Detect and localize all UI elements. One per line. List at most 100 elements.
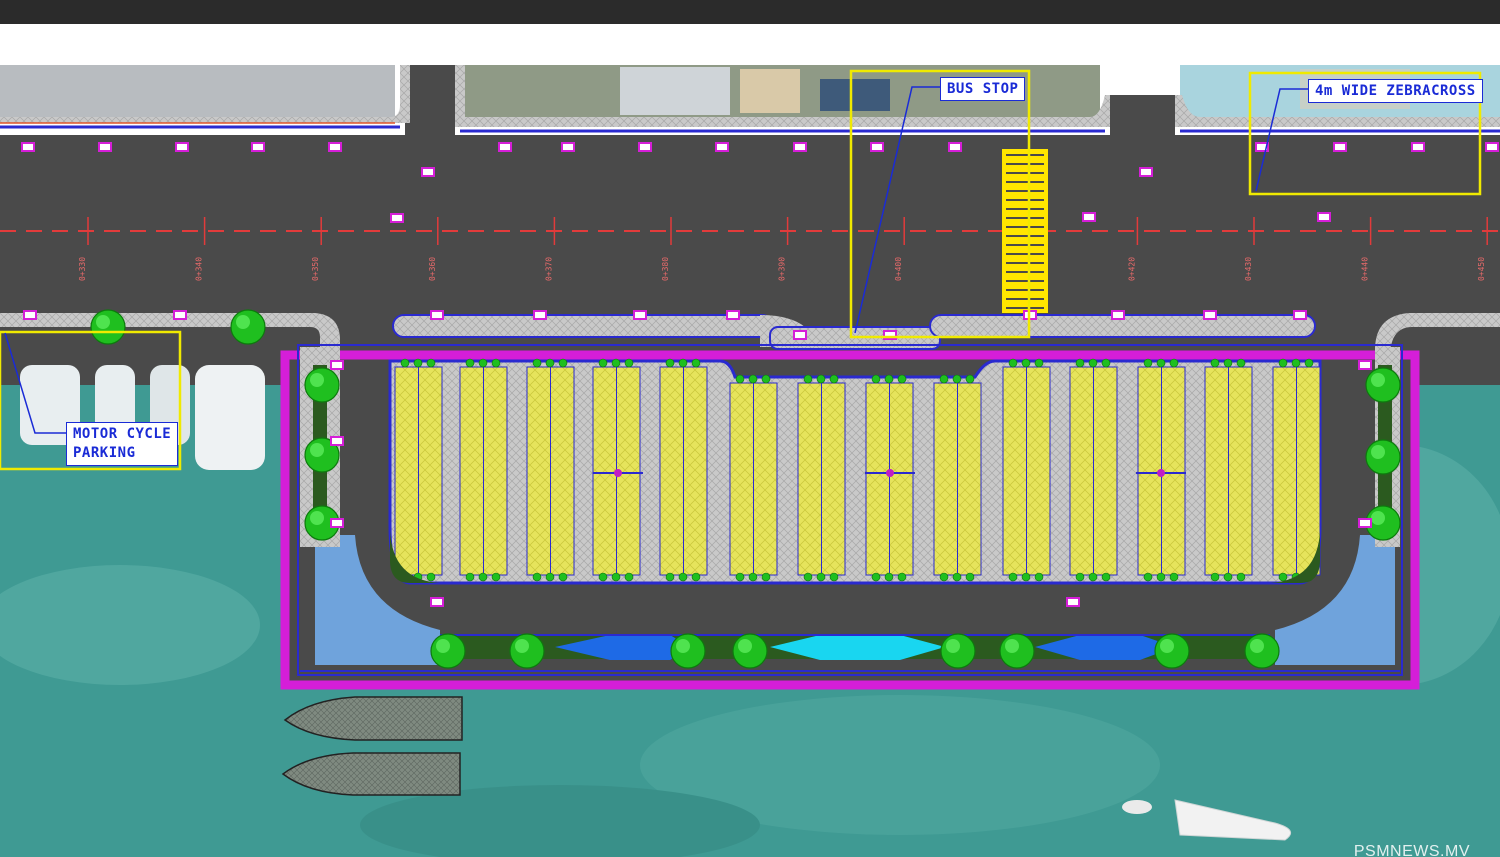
- shrub: [965, 374, 975, 384]
- shrub: [897, 572, 907, 582]
- tree: [90, 309, 126, 345]
- bollard: [328, 142, 342, 152]
- shrub: [735, 374, 745, 384]
- bollard: [870, 142, 884, 152]
- shrub: [871, 572, 881, 582]
- tree-highlight: [1371, 373, 1385, 387]
- shrub: [1223, 572, 1233, 582]
- shrub: [1169, 358, 1179, 368]
- shrub: [611, 572, 621, 582]
- chainage-label: 0+380: [661, 257, 670, 281]
- shrub: [829, 572, 839, 582]
- bollard: [1358, 518, 1372, 528]
- site-plan-view: 0+330 0+340 0+350 0+360 0+370 0+380 0+390 0+400…: [0, 0, 1500, 857]
- main-road: [0, 135, 1500, 385]
- shrub: [816, 374, 826, 384]
- bollard: [715, 142, 729, 152]
- tree-highlight: [436, 639, 450, 653]
- bollard: [638, 142, 652, 152]
- shrub: [897, 374, 907, 384]
- tree: [1365, 439, 1401, 475]
- shrub: [691, 572, 701, 582]
- shrub: [1021, 358, 1031, 368]
- shrub: [761, 572, 771, 582]
- bollard: [793, 330, 807, 340]
- viewer-top-bar: [0, 0, 1500, 24]
- tree-highlight: [1005, 639, 1019, 653]
- shrub: [478, 358, 488, 368]
- bollard: [330, 518, 344, 528]
- chainage-label: 0+360: [428, 257, 437, 281]
- shrub: [761, 374, 771, 384]
- shrub: [1075, 358, 1085, 368]
- bollard: [1358, 360, 1372, 370]
- shrub: [1101, 572, 1111, 582]
- shrub: [1278, 358, 1288, 368]
- bollard: [390, 213, 404, 223]
- tree: [230, 309, 266, 345]
- shrub: [816, 572, 826, 582]
- shrub: [884, 572, 894, 582]
- shrub: [1304, 358, 1314, 368]
- tree-highlight: [310, 373, 324, 387]
- shrub: [1021, 572, 1031, 582]
- shrub: [1008, 358, 1018, 368]
- shrub: [1143, 358, 1153, 368]
- shrub: [558, 358, 568, 368]
- tree: [304, 367, 340, 403]
- bollard: [330, 436, 344, 446]
- tree-highlight: [1250, 639, 1264, 653]
- shrub: [965, 572, 975, 582]
- bollard: [1082, 212, 1096, 222]
- shrub: [1169, 572, 1179, 582]
- shrub: [1156, 358, 1166, 368]
- bollard: [1411, 142, 1425, 152]
- bollard: [1317, 212, 1331, 222]
- bollard: [793, 142, 807, 152]
- shrub: [871, 374, 881, 384]
- shrub: [624, 572, 634, 582]
- bollard: [1203, 310, 1217, 320]
- light-pole: [614, 469, 622, 477]
- shrub: [1034, 358, 1044, 368]
- bollard: [533, 310, 547, 320]
- shrub: [1291, 358, 1301, 368]
- bollard: [330, 360, 344, 370]
- motorcycle-parking-label: MOTOR CYCLE PARKING: [66, 422, 179, 466]
- shrub: [426, 572, 436, 582]
- zebra-cross-label: 4m WIDE ZEBRACROSS: [1308, 79, 1483, 103]
- bollard: [1333, 142, 1347, 152]
- shrub: [400, 358, 410, 368]
- bollard: [175, 142, 189, 152]
- tree: [670, 633, 706, 669]
- bollard: [23, 310, 37, 320]
- tree-highlight: [676, 639, 690, 653]
- bollard: [430, 597, 444, 607]
- shrub: [803, 572, 813, 582]
- shrub: [532, 572, 542, 582]
- tree-highlight: [738, 639, 752, 653]
- shrub: [665, 572, 675, 582]
- shrub: [545, 572, 555, 582]
- motorcycle-label-line1: MOTOR CYCLE: [73, 426, 172, 442]
- shrub: [558, 572, 568, 582]
- parking-site-plan: 0+330 0+340 0+350 0+360 0+370 0+380 0+390 0+400…: [0, 65, 1500, 857]
- tree: [940, 633, 976, 669]
- shrub: [478, 572, 488, 582]
- shrub: [1156, 572, 1166, 582]
- chainage-label: 0+430: [1244, 257, 1253, 281]
- shrub: [748, 572, 758, 582]
- tree-highlight: [946, 639, 960, 653]
- viewer-header-band: [0, 24, 1500, 65]
- bollard: [1293, 310, 1307, 320]
- tree: [430, 633, 466, 669]
- shrub: [1008, 572, 1018, 582]
- shrub: [884, 374, 894, 384]
- shrub: [829, 374, 839, 384]
- bollard: [98, 142, 112, 152]
- light-pole: [886, 469, 894, 477]
- shrub: [545, 358, 555, 368]
- shrub: [413, 358, 423, 368]
- shrub: [1210, 358, 1220, 368]
- bollard: [21, 142, 35, 152]
